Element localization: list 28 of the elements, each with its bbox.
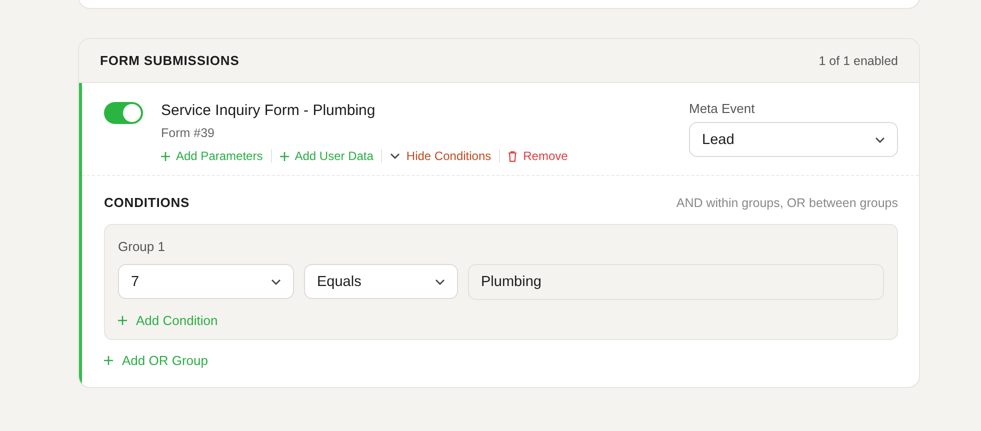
operator-select[interactable]: Equals — [304, 264, 458, 299]
plus-icon — [280, 152, 289, 160]
chevron-down-icon — [875, 136, 885, 142]
conditions-title: CONDITIONS — [104, 195, 190, 210]
chevron-down-icon — [271, 278, 281, 284]
action-link[interactable]: Remove — [499, 149, 576, 163]
action-link[interactable]: Hide Conditions — [381, 149, 500, 163]
group-label: Group 1 — [118, 239, 166, 254]
chevron-down-icon — [390, 153, 400, 159]
plus-icon — [161, 152, 170, 160]
field-label: Meta Event — [689, 101, 756, 116]
add-group-link[interactable]: Add OR Group — [104, 353, 208, 368]
section-title: FORM SUBMISSIONS — [100, 53, 240, 68]
form-id: Form #39 — [161, 126, 216, 140]
meta-event-select[interactable]: Lead — [689, 122, 898, 157]
value-field[interactable]: Plumbing — [468, 264, 884, 300]
add-condition-link[interactable]: Add Condition — [118, 313, 218, 328]
action-link[interactable]: Add User Data — [270, 149, 382, 163]
form-name: Service Inquiry Form - Plumbing — [161, 102, 376, 119]
enabled-count: 1 of 1 enabled — [818, 54, 898, 68]
plus-icon — [118, 316, 127, 325]
trash-icon — [508, 150, 518, 162]
field-select[interactable]: 7 — [118, 264, 294, 299]
action-link[interactable]: Add Parameters — [161, 149, 271, 163]
plus-icon — [104, 356, 113, 365]
conditions-hint: AND within groups, OR between groups — [676, 196, 898, 210]
chevron-down-icon — [435, 278, 445, 284]
enable-toggle[interactable] — [104, 102, 143, 124]
